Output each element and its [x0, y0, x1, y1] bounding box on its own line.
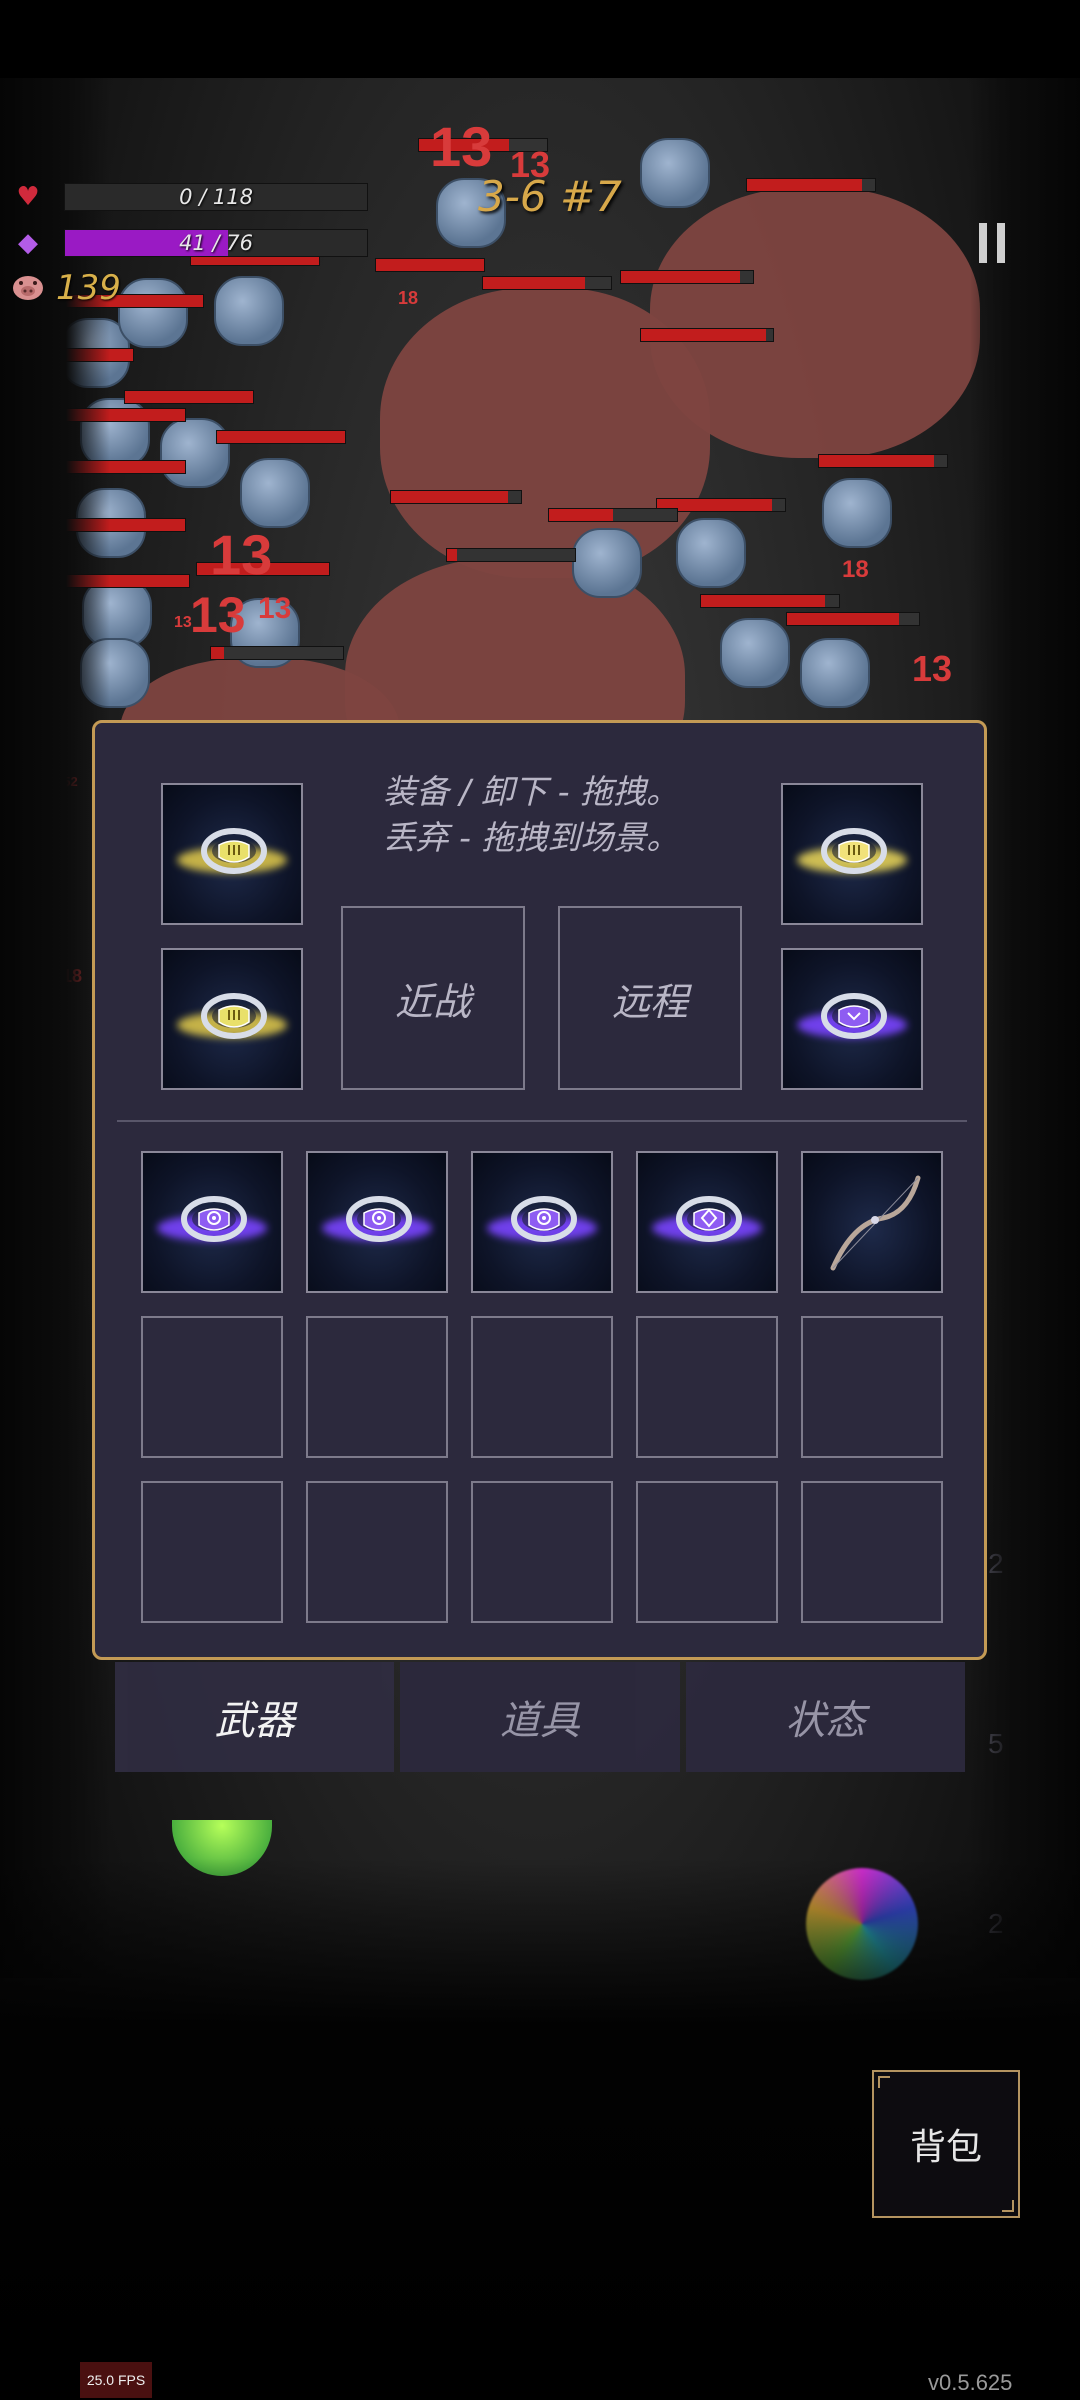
purple-flower-ring-icon [509, 1189, 579, 1253]
inventory-slot-empty[interactable] [636, 1481, 778, 1623]
tab-status[interactable]: 状态 [685, 1662, 965, 1772]
pause-button[interactable] [972, 214, 1012, 272]
health-text: 0 / 118 [179, 185, 253, 209]
enemy-health-bar [620, 270, 754, 284]
enemy-health-bar [746, 178, 876, 192]
inventory-slot[interactable] [141, 1151, 283, 1293]
damage-number: 13 [430, 115, 493, 178]
hint-line-equip: 装备 / 卸下 - 拖拽。 [383, 772, 679, 811]
enemy [240, 458, 310, 528]
gold-ring-icon [819, 821, 889, 885]
wave-indicator: 3-6 #7 [478, 172, 622, 221]
inventory-slot-empty[interactable] [801, 1481, 943, 1623]
gold-ring-icon [199, 986, 269, 1050]
equipped-slot[interactable] [781, 948, 923, 1090]
enemy-health-bar [786, 612, 920, 626]
equipped-slot[interactable] [161, 948, 303, 1090]
enemy-health-bar [216, 430, 346, 444]
enemy-health-bar [640, 328, 774, 342]
health-row: ♥ 0 / 118 [10, 182, 368, 212]
damage-number: 13 [258, 592, 292, 625]
enemy [214, 276, 284, 346]
crystal-icon: ◆ [18, 228, 38, 258]
mana-bar: 41 / 76 [64, 229, 368, 257]
panel-divider [117, 1120, 967, 1122]
equipped-slot[interactable] [781, 783, 923, 925]
enemy [720, 618, 790, 688]
equipment-panel: 装备 / 卸下 - 拖拽。 丢弃 - 拖拽到场景。 近战 远程 [92, 720, 987, 1660]
damage-number: 18 [398, 288, 419, 308]
enemy [572, 528, 642, 598]
inventory-slot-empty[interactable] [141, 1481, 283, 1623]
enemy [800, 638, 870, 708]
damage-number: 13 [190, 587, 246, 643]
inventory-slot-empty[interactable] [471, 1316, 613, 1458]
damage-number: 13 [174, 614, 192, 631]
enemy-health-bar [700, 594, 840, 608]
inventory-slot[interactable] [306, 1151, 448, 1293]
inventory-slot-empty[interactable] [141, 1316, 283, 1458]
backpack-button[interactable]: 背包 [872, 2070, 1020, 2218]
version-label: v0.5.625 [928, 2370, 1013, 2395]
pig-icon [10, 272, 46, 302]
inventory-slot-empty[interactable] [306, 1316, 448, 1458]
enemy-health-bar [548, 508, 678, 522]
enemy-health-bar [210, 646, 344, 660]
enemy-health-bar [482, 276, 612, 290]
enemy-health-bar [390, 490, 522, 504]
purple-flower-ring-icon [179, 1189, 249, 1253]
fps-counter: 25.0 FPS [80, 2362, 152, 2398]
gold-ring-icon [199, 821, 269, 885]
coins-row [10, 272, 46, 302]
inventory-slot-empty[interactable] [471, 1481, 613, 1623]
melee-weapon-slot[interactable]: 近战 [341, 906, 525, 1090]
heart-icon: ♥ [16, 182, 40, 212]
enemy [160, 418, 230, 488]
inventory-slot[interactable] [801, 1151, 943, 1293]
damage-number: 13 [912, 648, 953, 689]
mana-row: ◆ 41 / 76 [10, 228, 368, 258]
status-bar [0, 0, 1080, 78]
enemy [822, 478, 892, 548]
enemy-health-bar [124, 390, 254, 404]
equipped-slot[interactable] [161, 783, 303, 925]
inventory-slot[interactable] [471, 1151, 613, 1293]
pause-icon [979, 223, 987, 263]
tab-weapons[interactable]: 武器 [115, 1662, 395, 1772]
inventory-slot-empty[interactable] [801, 1316, 943, 1458]
hint-text: 装备 / 卸下 - 拖拽。 丢弃 - 拖拽到场景。 [331, 769, 731, 861]
mana-text: 41 / 76 [179, 231, 253, 255]
inventory-slot[interactable] [636, 1151, 778, 1293]
enemy-health-bar [818, 454, 948, 468]
enemy [118, 278, 188, 348]
bow-icon [813, 1163, 933, 1283]
category-tabs: 武器 道具 状态 [115, 1662, 965, 1772]
damage-number: 13 [210, 523, 273, 586]
inventory-slot-empty[interactable] [306, 1481, 448, 1623]
enemy [640, 138, 710, 208]
ranged-weapon-slot[interactable]: 远程 [558, 906, 742, 1090]
pause-icon [997, 223, 1005, 263]
hint-line-discard: 丢弃 - 拖拽到场景。 [382, 818, 680, 857]
purple-diamond-ring-icon [674, 1189, 744, 1253]
coin-count: 139 [56, 268, 121, 308]
purple-ring-icon [819, 986, 889, 1050]
enemy-health-bar [446, 548, 576, 562]
health-bar: 0 / 118 [64, 183, 368, 211]
damage-number: 18 [842, 556, 869, 583]
inventory-slot-empty[interactable] [636, 1316, 778, 1458]
enemy [676, 518, 746, 588]
purple-flower-ring-icon [344, 1189, 414, 1253]
enemy-health-bar [375, 258, 485, 272]
tab-items[interactable]: 道具 [400, 1662, 680, 1772]
